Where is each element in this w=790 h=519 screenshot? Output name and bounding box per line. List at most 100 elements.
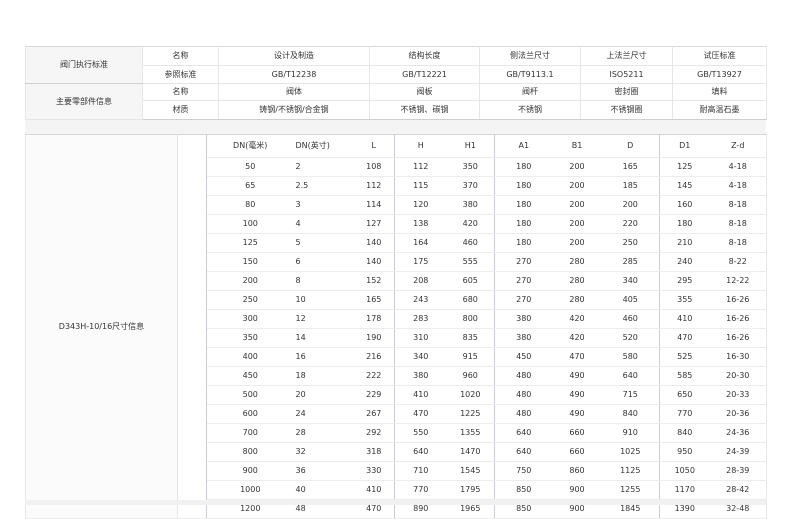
- table-cell: 150: [206, 252, 294, 272]
- table-cell: 1125: [601, 461, 660, 481]
- table-cell: 280: [552, 290, 602, 310]
- table-cell: 16-26: [709, 309, 767, 329]
- spec-cell: 铸钢/不锈钢/合金钢: [218, 100, 370, 120]
- table-cell: 250: [206, 290, 294, 310]
- table-cell: 1000: [206, 480, 294, 500]
- table-cell: 222: [353, 366, 395, 386]
- table-cell: 200: [601, 195, 660, 215]
- table-cell: 835: [446, 328, 495, 348]
- table-cell: 80: [206, 195, 294, 215]
- table-cell: 270: [494, 290, 553, 310]
- table-cell: 1545: [446, 461, 495, 481]
- table-cell: 490: [552, 385, 602, 405]
- table-cell: 220: [601, 214, 660, 234]
- table-cell: 910: [601, 423, 660, 443]
- table-cell: 470: [394, 404, 447, 424]
- table-cell: 200: [552, 157, 602, 177]
- table-cell: 8: [293, 271, 354, 291]
- table-cell: 800: [446, 309, 495, 329]
- table-cell: 700: [206, 423, 294, 443]
- spacer-column: [177, 134, 207, 519]
- spec-cell: 结构长度: [369, 46, 480, 66]
- table-cell: 860: [552, 461, 602, 481]
- table-cell: 20: [293, 385, 354, 405]
- column-header: A1: [494, 134, 553, 158]
- table-cell: 1795: [446, 480, 495, 500]
- table-cell: 380: [446, 195, 495, 215]
- table-cell: 125: [659, 157, 710, 177]
- table-cell: 4-18: [709, 176, 767, 196]
- table-cell: 470: [659, 328, 710, 348]
- table-cell: 175: [394, 252, 447, 272]
- spec-cell: 不锈钢: [479, 100, 581, 120]
- table-cell: 800: [206, 442, 294, 462]
- table-cell: 180: [494, 195, 553, 215]
- table-cell: 420: [552, 328, 602, 348]
- table-cell: 180: [494, 157, 553, 177]
- table-cell: 340: [601, 271, 660, 291]
- table-cell: 1225: [446, 404, 495, 424]
- table-cell: 660: [552, 442, 602, 462]
- table-cell: 115: [394, 176, 447, 196]
- table-cell: 600: [206, 404, 294, 424]
- table-cell: 200: [552, 195, 602, 215]
- table-cell: 8-18: [709, 214, 767, 234]
- table-cell: 8-22: [709, 252, 767, 272]
- table-cell: 185: [601, 176, 660, 196]
- table-cell: 285: [601, 252, 660, 272]
- table-cell: 127: [353, 214, 395, 234]
- spec-cell: 密封圈: [580, 83, 673, 101]
- dimension-table-body: D343H-10/16尺寸信息 DN(毫米) DN(英寸) L H H1 A1 B1 D D1 Z-…: [25, 134, 767, 519]
- table-cell: 250: [601, 233, 660, 253]
- table-cell: 24: [293, 404, 354, 424]
- spec-label: 名称: [142, 46, 219, 66]
- footer-band: [25, 500, 766, 505]
- table-cell: 900: [552, 480, 602, 500]
- spec-cell: 阀体: [218, 83, 370, 101]
- spec-cell: 阀杆: [479, 83, 581, 101]
- table-cell: 200: [206, 271, 294, 291]
- table-cell: 680: [446, 290, 495, 310]
- table-cell: 270: [494, 252, 553, 272]
- spec-row-part-names: 主要零部件信息 名称 阀体 阀板 阀杆 密封圈 填料: [25, 83, 767, 120]
- table-cell: 525: [659, 347, 710, 367]
- table-cell: 470: [552, 347, 602, 367]
- table-cell: 410: [394, 385, 447, 405]
- table-cell: 490: [552, 404, 602, 424]
- table-cell: 640: [494, 423, 553, 443]
- table-cell: 2.5: [293, 176, 354, 196]
- table-cell: 4: [293, 214, 354, 234]
- table-cell: 640: [494, 442, 553, 462]
- table-cell: 900: [206, 461, 294, 481]
- table-cell: 4-18: [709, 157, 767, 177]
- table-cell: 32: [293, 442, 354, 462]
- column-header: B1: [552, 134, 602, 158]
- table-cell: 310: [394, 328, 447, 348]
- table-cell: 350: [446, 157, 495, 177]
- table-cell: 405: [601, 290, 660, 310]
- table-cell: 650: [659, 385, 710, 405]
- table-cell: 190: [353, 328, 395, 348]
- table-cell: 8-18: [709, 195, 767, 215]
- column-header: H1: [446, 134, 495, 158]
- table-cell: 50: [206, 157, 294, 177]
- table-cell: 125: [206, 233, 294, 253]
- spec-cell: 上法兰尺寸: [580, 46, 673, 66]
- table-cell: 18: [293, 366, 354, 386]
- spec-cell: 侧法兰尺寸: [479, 46, 581, 66]
- table-cell: 114: [353, 195, 395, 215]
- table-cell: 20-30: [709, 366, 767, 386]
- table-cell: 112: [353, 176, 395, 196]
- table-cell: 14: [293, 328, 354, 348]
- table-cell: 295: [659, 271, 710, 291]
- table-cell: 460: [446, 233, 495, 253]
- table-cell: 480: [494, 404, 553, 424]
- table-cell: 1470: [446, 442, 495, 462]
- table-cell: 770: [659, 404, 710, 424]
- table-cell: 267: [353, 404, 395, 424]
- valve-spec-table: 阀门执行标准 名称 设计及制造 结构长度 侧法兰尺寸 上法兰尺寸 试压标准 参照…: [25, 46, 767, 120]
- spec-cell: 试压标准: [672, 46, 767, 66]
- table-cell: 640: [394, 442, 447, 462]
- table-cell: 450: [494, 347, 553, 367]
- table-cell: 340: [394, 347, 447, 367]
